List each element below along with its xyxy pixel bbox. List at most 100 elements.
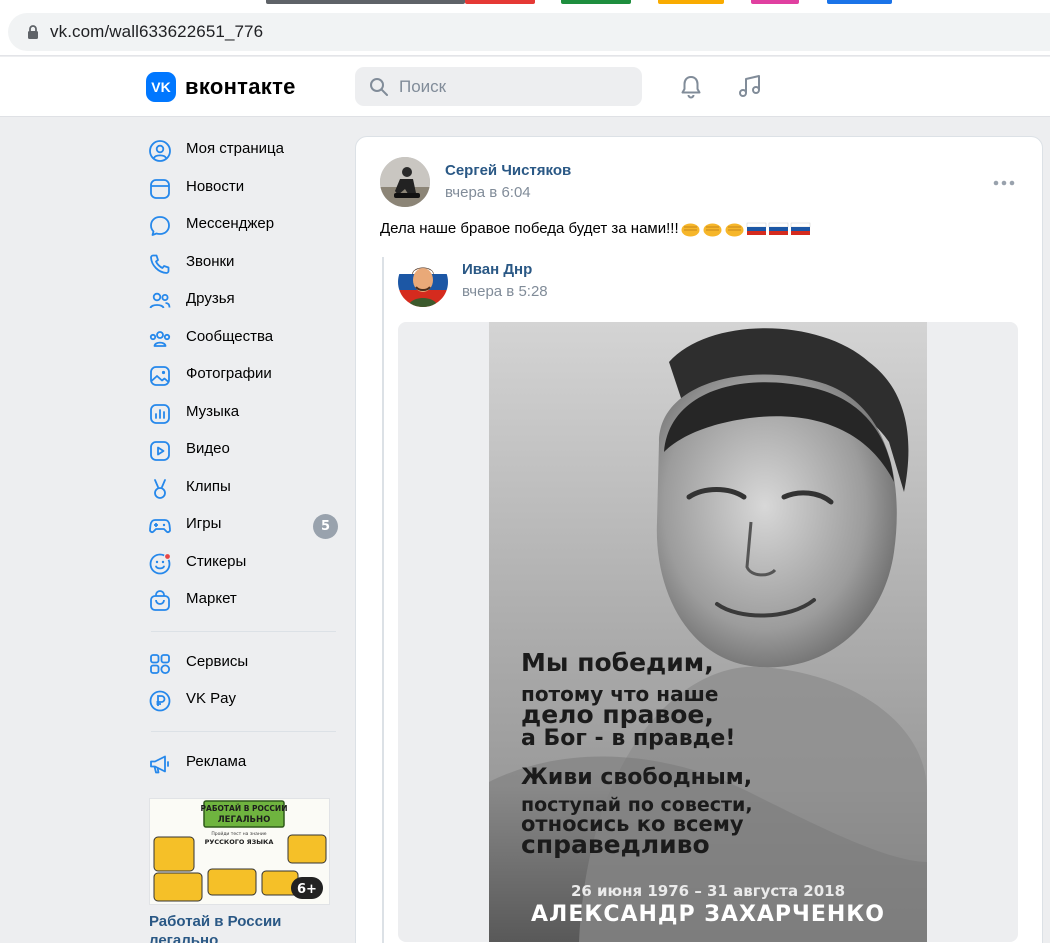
ad-subtitle: Пройди тест на знание xyxy=(211,830,266,837)
browser-tab[interactable] xyxy=(561,0,631,4)
clips-icon xyxy=(154,478,166,499)
sidebar-item-label: Мессенджер xyxy=(186,215,275,232)
sidebar-item-label: Сообщества xyxy=(186,327,274,345)
communities-icon xyxy=(149,330,171,347)
post-timestamp[interactable]: вчера в 6:04 xyxy=(445,184,531,201)
browser-tab[interactable] xyxy=(658,0,724,4)
sidebar-divider xyxy=(151,630,336,632)
sidebar-item-messenger[interactable]: Мессенджер xyxy=(145,206,340,244)
post-author-name[interactable]: Сергей Чистяков xyxy=(445,162,571,179)
gamepad-icon xyxy=(149,519,171,533)
sidebar-item-ads[interactable]: Реклама xyxy=(145,744,340,782)
ad-subtitle2: РУССКОГО ЯЗЫКА xyxy=(205,838,274,846)
megaphone-icon xyxy=(150,755,169,773)
sidebar-item-label: Клипы xyxy=(186,477,231,495)
sidebar-item-games[interactable]: Игры 5 xyxy=(145,506,340,544)
sidebar-item-clips[interactable]: Клипы xyxy=(145,469,340,507)
quote-line-4: а Бог - в правде! xyxy=(521,726,736,751)
address-bar[interactable]: vk.com/wall633622651_776 xyxy=(8,13,1050,51)
author-avatar-photo xyxy=(380,157,430,207)
bell-icon xyxy=(681,76,701,99)
sidebar-item-music[interactable]: Музыка xyxy=(145,394,340,432)
search-input[interactable] xyxy=(399,67,629,106)
photo-icon xyxy=(150,366,170,386)
left-sidebar: Моя страница Новости Мессенджер Звонки Д… xyxy=(145,131,340,781)
search-box[interactable] xyxy=(355,67,642,106)
repost-author-avatar[interactable] xyxy=(398,257,448,307)
vk-logo-icon: VK xyxy=(146,72,176,102)
fist-emoji xyxy=(725,223,744,236)
sidebar-item-communities[interactable]: Сообщества xyxy=(145,319,340,357)
more-options-icon[interactable] xyxy=(992,177,1016,189)
russia-flag-emoji xyxy=(746,222,766,235)
browser-tab[interactable] xyxy=(827,0,892,4)
vk-logo-text: вконтакте xyxy=(185,74,296,99)
music-button[interactable] xyxy=(734,71,766,103)
sidebar-ad-image[interactable]: РАБОТАЙ В РОССИИ ЛЕГАЛЬНО Пройди тест на… xyxy=(149,798,330,905)
repost-timestamp[interactable]: вчера в 5:28 xyxy=(462,283,548,300)
sidebar-item-vkpay[interactable]: VK Pay xyxy=(145,681,340,719)
browser-tab[interactable] xyxy=(266,0,465,4)
site-header: VK вконтакте xyxy=(0,57,1050,117)
sidebar-item-news[interactable]: Новости xyxy=(145,169,340,207)
sidebar-item-label: Моя страница xyxy=(186,140,284,157)
browser-tab[interactable] xyxy=(465,0,535,4)
quote-line-3: дело правое, xyxy=(521,700,714,729)
sidebar-item-friends[interactable]: Друзья xyxy=(145,281,340,319)
repost-author-name[interactable]: Иван Днр xyxy=(462,261,532,278)
sidebar-divider xyxy=(151,730,336,732)
sidebar-item-label: Сервисы xyxy=(186,652,249,670)
author-avatar[interactable] xyxy=(380,157,430,207)
music-chart-icon xyxy=(150,403,170,424)
games-count-badge: 5 xyxy=(313,514,338,539)
sidebar-item-label: Фотографии xyxy=(186,365,272,382)
post-text-content: Дела наше бравое победа будет за нами!!! xyxy=(380,220,679,237)
sidebar-item-label: Новости xyxy=(186,177,245,195)
browser-urlbar: vk.com/wall633622651_776 xyxy=(0,6,1050,56)
russia-flag-emoji xyxy=(768,222,788,235)
sidebar-item-my-page[interactable]: Моя страница xyxy=(145,131,340,169)
sidebar-item-market[interactable]: Маркет xyxy=(145,581,340,619)
music-icon xyxy=(739,75,760,97)
browser-tab[interactable] xyxy=(751,0,799,4)
photo-dates: 26 июня 1976 – 31 августа 2018 xyxy=(570,882,846,900)
sidebar-ad-title[interactable]: Работай в России легально xyxy=(149,912,330,943)
post-photo-container[interactable]: Мы победим, потому что наше дело правое,… xyxy=(398,322,1018,942)
lock-icon[interactable] xyxy=(26,25,40,39)
url-text[interactable]: vk.com/wall633622651_776 xyxy=(50,22,263,42)
sidebar-item-label: Музыка xyxy=(186,402,240,420)
services-icon xyxy=(150,653,171,674)
notifications-button[interactable] xyxy=(675,71,707,103)
repost-avatar-picture xyxy=(398,257,448,307)
search-icon xyxy=(370,78,388,96)
sidebar-item-label: Друзья xyxy=(186,290,235,307)
quote-line-5: Живи свободным, xyxy=(521,765,753,790)
vk-logo[interactable]: VK вконтакте xyxy=(146,72,296,102)
sidebar-item-label: Звонки xyxy=(186,252,235,270)
post-photo[interactable]: Мы победим, потому что наше дело правое,… xyxy=(489,322,927,942)
newsfeed-icon xyxy=(150,178,170,199)
phone-icon xyxy=(150,254,170,274)
quote-line-1: Мы победим, xyxy=(521,648,714,677)
age-rating-badge: 6+ xyxy=(297,882,317,897)
sidebar-item-stickers[interactable]: Стикеры xyxy=(145,544,340,582)
user-circle-icon xyxy=(149,140,171,162)
sidebar-item-photos[interactable]: Фотографии xyxy=(145,356,340,394)
russia-flag-emoji xyxy=(790,222,810,235)
quote-line-8: справедливо xyxy=(521,830,710,859)
bag-icon xyxy=(150,590,170,611)
sidebar-item-label: Игры xyxy=(186,515,222,532)
ad-banner-illustration: РАБОТАЙ В РОССИИ ЛЕГАЛЬНО Пройди тест на… xyxy=(150,799,329,904)
sidebar-item-label: VK Pay xyxy=(186,690,237,707)
sidebar-item-label: Стикеры xyxy=(186,552,247,570)
fist-emoji xyxy=(681,223,700,236)
ad-banner-line1: РАБОТАЙ В РОССИИ xyxy=(201,804,288,813)
sidebar-item-calls[interactable]: Звонки xyxy=(145,244,340,282)
fist-emoji xyxy=(703,223,722,236)
wall-post: Сергей Чистяков вчера в 6:04 Дела наше б… xyxy=(355,136,1043,943)
sidebar-item-label: Видео xyxy=(186,440,230,457)
smile-icon xyxy=(149,552,172,574)
message-icon xyxy=(150,216,170,236)
sidebar-item-services[interactable]: Сервисы xyxy=(145,644,340,682)
sidebar-item-video[interactable]: Видео xyxy=(145,431,340,469)
